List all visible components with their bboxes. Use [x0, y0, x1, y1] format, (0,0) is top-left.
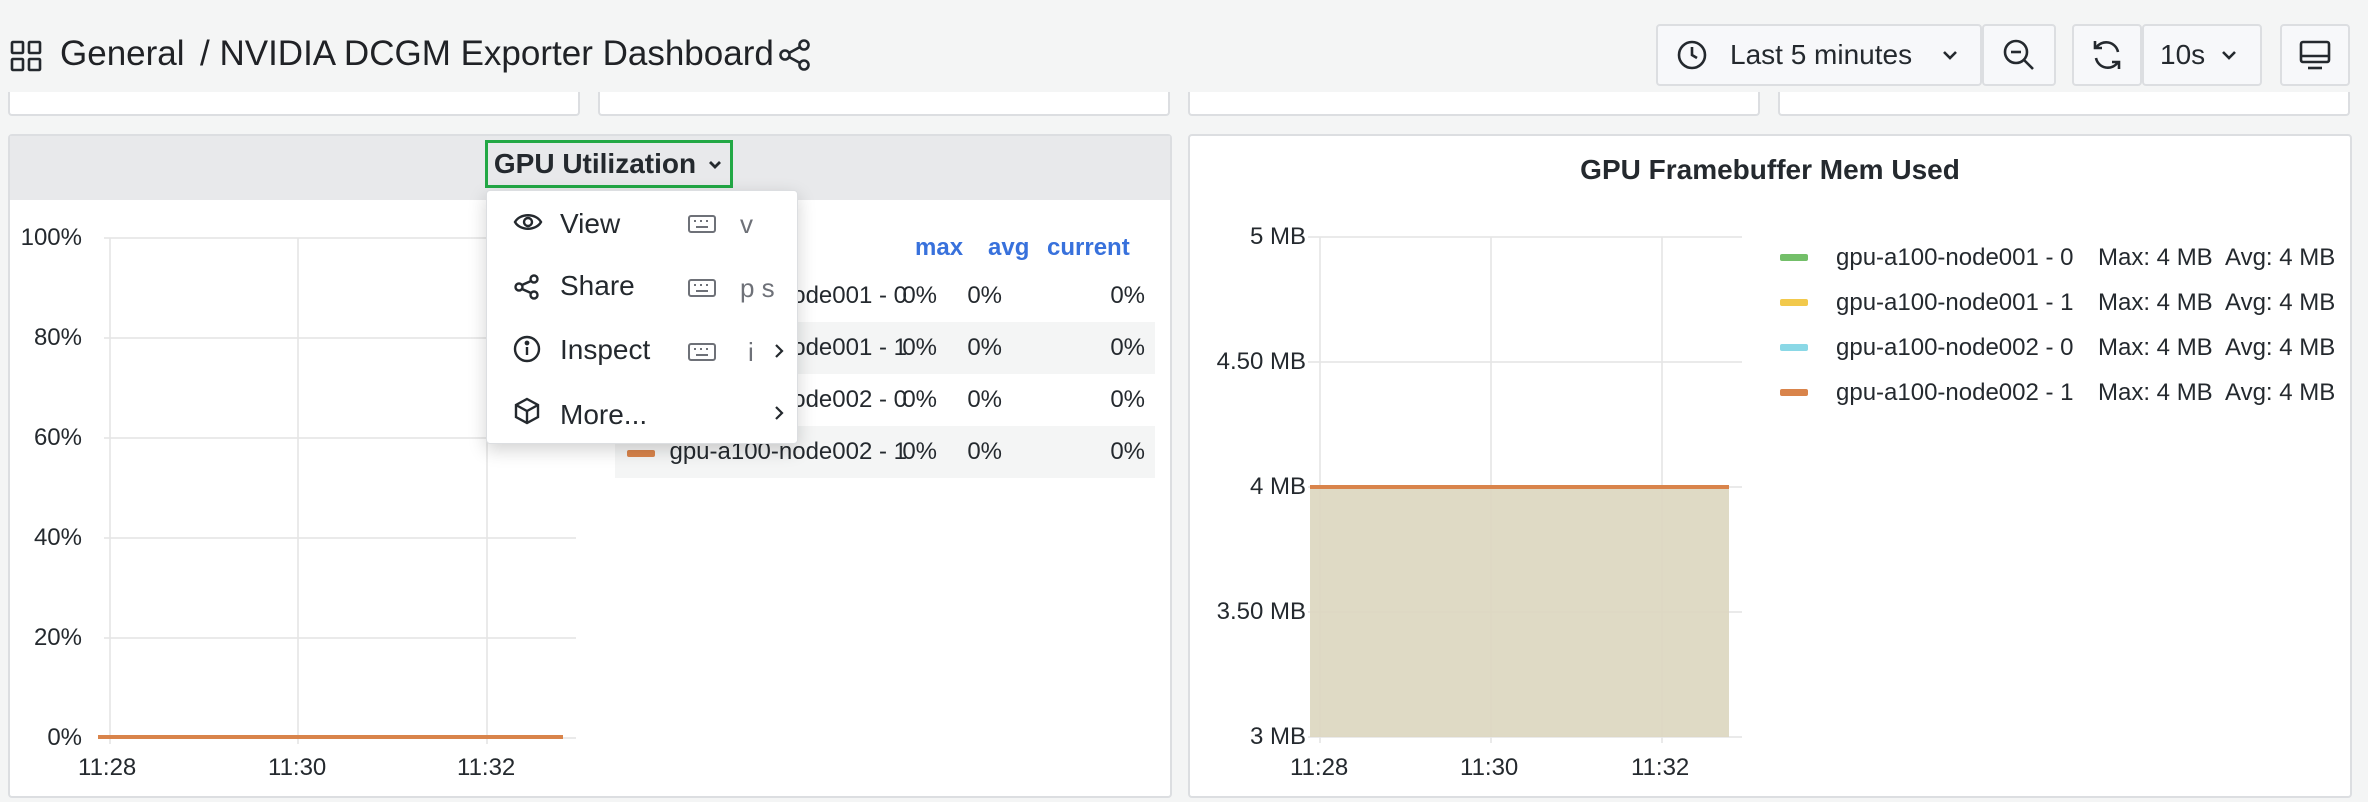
- info-icon: [513, 335, 541, 363]
- menu-item-share[interactable]: Share p s: [487, 255, 797, 319]
- legend-color-swatch: [1780, 254, 1808, 261]
- legend-color-swatch: [1780, 299, 1808, 306]
- y-tick: 4 MB: [1249, 473, 1306, 500]
- chevron-right-icon: [772, 343, 786, 359]
- panel-above-2: [598, 92, 1170, 116]
- legend-avg: 0%: [967, 334, 1002, 361]
- time-range-picker[interactable]: Last 5 minutes: [1656, 24, 1982, 86]
- legend-color-swatch: [1780, 344, 1808, 351]
- cube-icon: [513, 397, 541, 425]
- panel-menu: View v Share p s Inspect i More...: [486, 190, 798, 444]
- legend-max: 0%: [902, 282, 937, 309]
- y-tick: 60%: [33, 424, 82, 451]
- y-tick: 80%: [33, 324, 82, 351]
- refresh-icon: [2090, 38, 2124, 72]
- legend-max: Max: 4 MB: [2098, 289, 2213, 316]
- y-tick: 5 MB: [1249, 223, 1306, 250]
- legend-max: Max: 4 MB: [2098, 244, 2213, 271]
- chevron-down-icon: [1940, 45, 1960, 65]
- legend-current: 0%: [1110, 334, 1145, 361]
- share-icon: [513, 273, 541, 301]
- menu-item-label: Share: [560, 270, 635, 301]
- legend-current: 0%: [1110, 386, 1145, 413]
- keyboard-icon: [687, 277, 717, 299]
- gpu-framebuffer-plot: [1308, 236, 1742, 743]
- breadcrumb-folder[interactable]: General: [60, 34, 185, 74]
- series-area-fill: [1310, 487, 1729, 737]
- legend-avg: Avg: 4 MB: [2225, 244, 2336, 271]
- refresh-interval-label: 10s: [2160, 39, 2206, 70]
- keyboard-icon: [687, 213, 717, 235]
- refresh-button[interactable]: [2072, 24, 2142, 86]
- legend-header-max[interactable]: max: [915, 234, 963, 262]
- clock-icon: [1676, 39, 1708, 71]
- legend-avg: Avg: 4 MB: [2225, 379, 2336, 406]
- x-tick: 11:32: [457, 754, 516, 781]
- legend-avg: 0%: [967, 282, 1002, 309]
- x-tick: 11:30: [268, 754, 327, 781]
- eye-icon: [513, 209, 543, 235]
- y-tick: 100%: [20, 224, 82, 251]
- time-range-label: Last 5 minutes: [1730, 39, 1913, 70]
- y-tick: 3 MB: [1249, 723, 1306, 750]
- legend-max: 0%: [902, 386, 937, 413]
- legend-series-name: gpu-a100-node002 - 1: [1836, 379, 2074, 406]
- tv-mode-icon: [2298, 38, 2332, 72]
- menu-shortcut: i: [748, 337, 754, 367]
- y-tick: 0%: [47, 724, 82, 751]
- y-tick: 40%: [33, 524, 82, 551]
- share-icon[interactable]: [778, 38, 812, 72]
- legend-current: 0%: [1110, 282, 1145, 309]
- legend-series-name: gpu-a100-node002 - 0: [1836, 334, 2074, 361]
- zoom-out-button[interactable]: [1982, 24, 2056, 86]
- legend-avg: 0%: [967, 386, 1002, 413]
- menu-item-label: More...: [560, 399, 648, 430]
- legend-color-swatch: [1780, 389, 1808, 396]
- legend-avg: 0%: [967, 438, 1002, 465]
- panel-above-3: [1188, 92, 1760, 116]
- legend-item[interactable]: gpu-a100-node002 - 0 Max: 4 MB Avg: 4 MB: [1780, 326, 2346, 366]
- x-tick: 11:28: [1290, 754, 1349, 781]
- menu-shortcut: v: [740, 209, 753, 239]
- chevron-down-icon: [2219, 45, 2239, 65]
- legend-series-name: gpu-a100-node001 - 1: [1836, 289, 2074, 316]
- legend-current: 0%: [1110, 438, 1145, 465]
- menu-item-label: Inspect: [560, 334, 651, 365]
- menu-item-inspect[interactable]: Inspect i: [487, 319, 797, 383]
- legend-max: 0%: [902, 438, 937, 465]
- x-tick: 11:32: [1631, 754, 1690, 781]
- legend-item[interactable]: gpu-a100-node001 - 1 Max: 4 MB Avg: 4 MB: [1780, 281, 2346, 321]
- keyboard-icon: [687, 341, 717, 363]
- legend-max: 0%: [902, 334, 937, 361]
- menu-item-view[interactable]: View v: [487, 191, 797, 255]
- gpu-framebuffer-panel: GPU Framebuffer Mem Used 5 MB 4.50 MB 4 …: [1188, 134, 2352, 798]
- panel-above-4: [1778, 92, 2350, 116]
- y-tick: 20%: [33, 624, 82, 651]
- legend-avg: Avg: 4 MB: [2225, 334, 2336, 361]
- zoom-out-icon: [2002, 38, 2036, 72]
- menu-item-more[interactable]: More...: [487, 383, 797, 443]
- legend-avg: Avg: 4 MB: [2225, 289, 2336, 316]
- legend-header-avg[interactable]: avg: [988, 234, 1029, 262]
- x-tick: 11:28: [78, 754, 137, 781]
- legend-item[interactable]: gpu-a100-node002 - 1 Max: 4 MB Avg: 4 MB: [1780, 371, 2346, 411]
- gpu-utilization-panel: GPU Utilization 100% 80% 60% 40% 20% 0% …: [8, 134, 1172, 798]
- page-title[interactable]: / NVIDIA DCGM Exporter Dashboard: [200, 34, 774, 74]
- y-tick: 4.50 MB: [1216, 348, 1306, 375]
- menu-item-label: View: [560, 208, 621, 239]
- x-tick: 11:30: [1460, 754, 1519, 781]
- legend-max: Max: 4 MB: [2098, 379, 2213, 406]
- apps-grid-icon[interactable]: [10, 40, 42, 72]
- panel-above-1: [8, 92, 580, 116]
- refresh-interval-picker[interactable]: 10s: [2142, 24, 2262, 86]
- legend-item[interactable]: gpu-a100-node001 - 0 Max: 4 MB Avg: 4 MB: [1780, 236, 2346, 276]
- legend-series-name: gpu-a100-node001 - 0: [1836, 244, 2074, 271]
- legend-header-current[interactable]: current: [1047, 234, 1130, 262]
- chevron-right-icon: [772, 405, 786, 421]
- y-tick: 3.50 MB: [1216, 598, 1306, 625]
- legend-max: Max: 4 MB: [2098, 334, 2213, 361]
- menu-shortcut: p s: [740, 273, 775, 303]
- tv-mode-button[interactable]: [2280, 24, 2350, 86]
